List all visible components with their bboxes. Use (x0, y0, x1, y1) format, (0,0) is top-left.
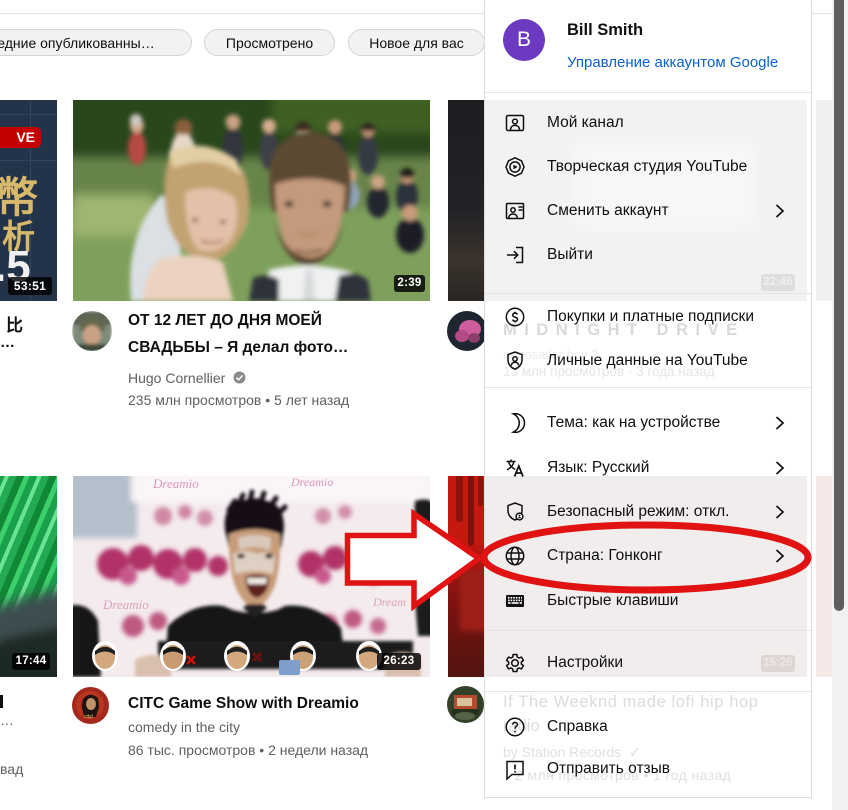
svg-text:Dreamio: Dreamio (102, 597, 149, 612)
svg-text:cityt: cityt (84, 714, 94, 720)
svg-text:Dreamio: Dreamio (290, 476, 333, 489)
svg-text:Dreamio: Dreamio (152, 476, 199, 491)
